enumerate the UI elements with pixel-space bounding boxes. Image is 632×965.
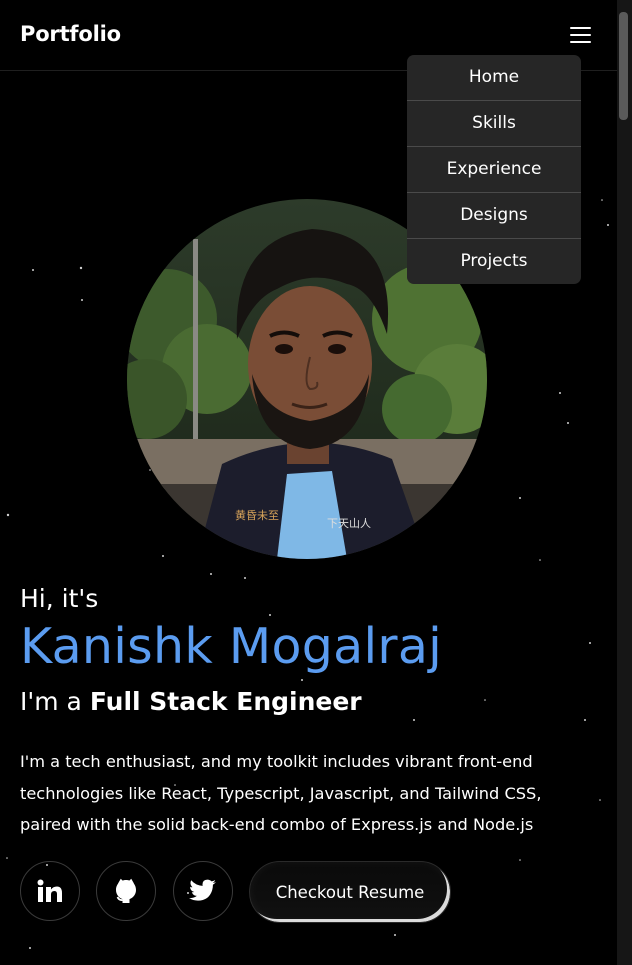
role-title: Full Stack Engineer xyxy=(89,687,362,716)
hero-bio: I'm a tech enthusiast, and my toolkit in… xyxy=(20,752,542,834)
brand-logo[interactable]: Portfolio xyxy=(20,22,121,46)
greeting-text: Hi, it's xyxy=(20,584,99,613)
github-button[interactable] xyxy=(96,861,156,921)
svg-text:下天山人: 下天山人 xyxy=(327,517,371,530)
twitter-button[interactable] xyxy=(173,861,233,921)
scrollbar-thumb[interactable] xyxy=(619,12,628,120)
nav-dropdown-menu: Home Skills Experience Designs Projects xyxy=(407,55,581,284)
nav-item-experience[interactable]: Experience xyxy=(407,147,581,193)
hamburger-menu-icon[interactable] xyxy=(570,24,592,46)
hero-name: Kanishk Mogalraj xyxy=(20,618,443,675)
nav-item-home[interactable]: Home xyxy=(407,55,581,101)
role-prefix: I'm a xyxy=(20,687,90,716)
twitter-icon xyxy=(189,879,216,901)
linkedin-icon xyxy=(37,879,62,902)
linkedin-button[interactable] xyxy=(20,861,80,921)
nav-item-skills[interactable]: Skills xyxy=(407,101,581,147)
github-icon xyxy=(116,878,136,903)
page-scrollbar[interactable] xyxy=(617,0,632,965)
nav-item-projects[interactable]: Projects xyxy=(407,239,581,284)
svg-text:黄昏未至: 黄昏未至 xyxy=(235,508,279,522)
checkout-resume-button[interactable]: Checkout Resume xyxy=(249,861,451,923)
hero-role: I'm a Full Stack Engineer xyxy=(20,687,362,716)
nav-item-designs[interactable]: Designs xyxy=(407,193,581,239)
